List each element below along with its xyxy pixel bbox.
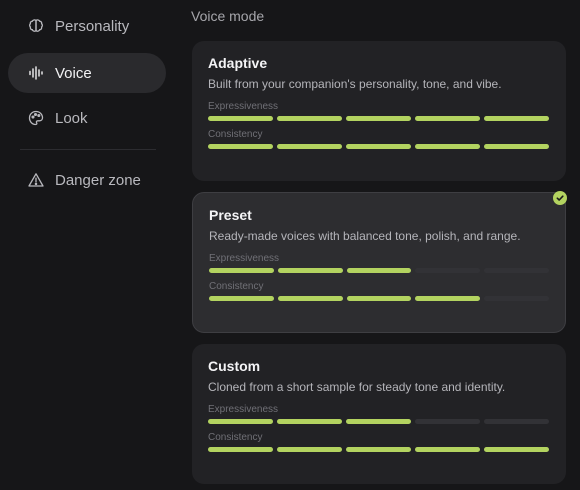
meter-segment — [346, 144, 411, 149]
sidebar-item-label: Voice — [55, 64, 92, 82]
waveform-icon — [27, 64, 45, 82]
sidebar-item-voice[interactable]: Voice — [8, 53, 166, 93]
sidebar-item-label: Look — [55, 109, 88, 127]
card-description: Ready-made voices with balanced tone, po… — [209, 229, 521, 243]
meter-segment — [415, 419, 480, 424]
consistency-meter: Consistency — [208, 432, 550, 452]
meter-label: Expressiveness — [208, 101, 279, 112]
expressiveness-meter: Expressiveness — [209, 253, 549, 273]
sidebar-item-look[interactable]: Look — [8, 98, 166, 138]
meter-segment — [415, 116, 480, 121]
meter-bars — [208, 447, 550, 452]
meter-bars — [208, 144, 550, 149]
meter-segment — [484, 296, 549, 301]
meter-segment — [415, 268, 481, 273]
meter-label: Consistency — [208, 129, 263, 140]
meter-segment — [484, 116, 549, 121]
meter-bars — [208, 116, 550, 121]
consistency-meter: Consistency — [209, 281, 549, 301]
meter-segment — [208, 116, 273, 121]
meter-label: Expressiveness — [209, 253, 280, 264]
meter-segment — [346, 296, 412, 301]
meter-bars — [208, 419, 550, 424]
app-window: Personality Voice Look Danger zone Voice… — [0, 0, 580, 490]
meter-segment — [484, 144, 549, 149]
sidebar-divider — [20, 149, 156, 150]
meter-segment — [208, 144, 273, 149]
voice-mode-card-adaptive[interactable]: Adaptive Built from your companion's per… — [192, 41, 566, 181]
meter-segment — [346, 268, 412, 273]
card-description: Built from your companion's personality,… — [208, 77, 502, 91]
meter-segment — [208, 447, 273, 452]
meter-segment — [484, 419, 549, 424]
voice-mode-card-preset[interactable]: Preset Ready-made voices with balanced t… — [192, 191, 567, 333]
meter-segment — [484, 268, 549, 273]
sidebar-item-label: Personality — [55, 17, 130, 35]
meter-segment — [277, 144, 342, 149]
meter-label: Expressiveness — [208, 404, 279, 415]
meter-segment — [277, 419, 342, 424]
meter-label: Consistency — [208, 432, 263, 443]
meter-bars — [209, 268, 549, 273]
meter-segment — [415, 296, 481, 301]
selected-check-icon — [553, 191, 567, 205]
meter-segment — [346, 447, 411, 452]
meter-segment — [277, 296, 343, 301]
meter-segment — [415, 144, 480, 149]
meter-segment — [277, 116, 342, 121]
sidebar: Personality Voice Look Danger zone — [0, 0, 175, 490]
brain-icon — [27, 17, 45, 35]
expressiveness-meter: Expressiveness — [208, 404, 550, 424]
meter-segment — [277, 268, 343, 273]
meter-label: Consistency — [209, 281, 264, 292]
meter-segment — [346, 116, 411, 121]
card-title: Preset — [209, 207, 252, 223]
meter-segment — [415, 447, 480, 452]
expressiveness-meter: Expressiveness — [208, 101, 550, 121]
sidebar-item-personality[interactable]: Personality — [8, 6, 166, 46]
meter-segment — [209, 268, 274, 273]
meter-segment — [208, 419, 273, 424]
sidebar-item-danger-zone[interactable]: Danger zone — [8, 160, 166, 200]
meter-segment — [209, 296, 274, 301]
voice-mode-card-custom[interactable]: Custom Cloned from a short sample for st… — [192, 344, 566, 484]
card-title: Adaptive — [208, 55, 268, 71]
meter-bars — [209, 296, 549, 301]
warning-icon — [27, 171, 45, 189]
section-title: Voice mode — [191, 8, 265, 24]
card-description: Cloned from a short sample for steady to… — [208, 380, 506, 394]
palette-icon — [27, 109, 45, 127]
meter-segment — [484, 447, 549, 452]
meter-segment — [277, 447, 342, 452]
card-title: Custom — [208, 358, 261, 374]
consistency-meter: Consistency — [208, 129, 550, 149]
meter-segment — [346, 419, 411, 424]
sidebar-item-label: Danger zone — [55, 171, 141, 189]
